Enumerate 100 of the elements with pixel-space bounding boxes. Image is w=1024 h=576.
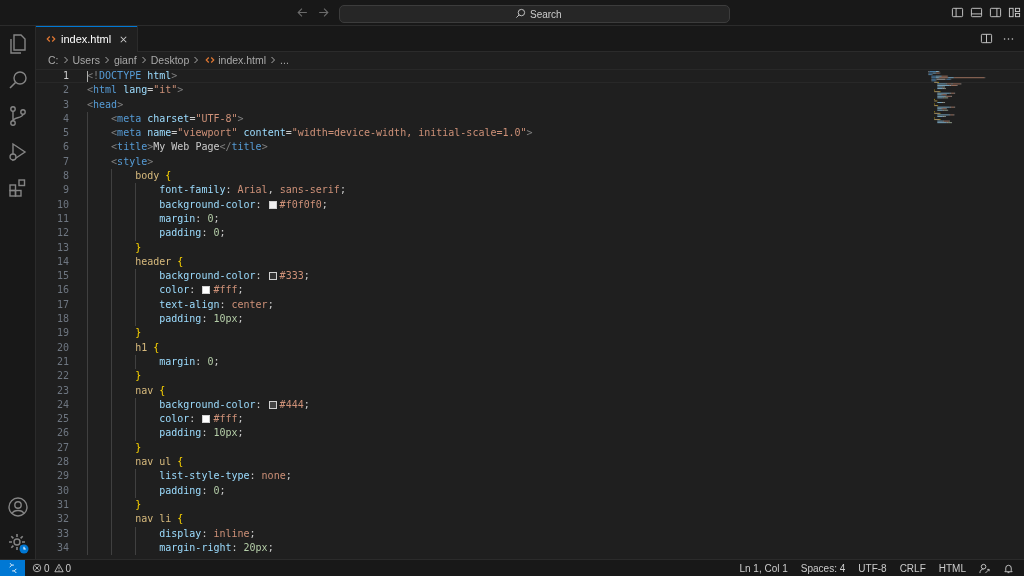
code-line: } — [135, 369, 142, 384]
code-line: text-align: center; — [159, 297, 274, 312]
line-number: 17 — [55, 297, 69, 312]
split-editor-icon[interactable] — [980, 32, 993, 45]
code-line: } — [135, 326, 142, 341]
line-number: 28 — [55, 455, 69, 469]
line-number: 11 — [55, 211, 69, 226]
line-number: 14 — [55, 254, 69, 269]
line-number: 1 — [61, 70, 69, 83]
html-file-icon — [205, 55, 216, 65]
search-icon — [515, 7, 526, 19]
status-item[interactable]: CRLF — [899, 562, 926, 574]
line-number: 9 — [61, 183, 69, 198]
code-line: padding: 0; — [159, 483, 226, 498]
warning-icon — [53, 563, 64, 573]
code-line: <meta charset="UTF-8"> — [111, 111, 244, 126]
secondary-sidebar-icon[interactable] — [989, 6, 1002, 19]
code-line: <head> — [87, 97, 124, 112]
line-number: 4 — [61, 111, 69, 126]
chevron-icon — [139, 56, 148, 64]
status-item[interactable]: HTML — [938, 562, 966, 574]
code-line: } — [135, 440, 142, 455]
line-number: 15 — [55, 269, 69, 284]
code-line: display: inline; — [159, 526, 256, 541]
line-number: 16 — [55, 283, 69, 298]
line-number: 22 — [55, 369, 69, 384]
code-line: <style> — [111, 154, 154, 169]
line-number: 30 — [55, 483, 69, 498]
code-line: nav ul { — [135, 455, 184, 469]
code-line: color: #fff; — [159, 412, 244, 427]
bell-icon[interactable] — [1003, 562, 1014, 574]
breadcrumb-item[interactable]: Users — [72, 54, 100, 66]
line-number: 26 — [55, 426, 69, 441]
code-line: <html lang="it"> — [87, 83, 184, 98]
code-line: color: #fff; — [159, 283, 244, 298]
code-line: font-family: Arial, sans-serif; — [159, 183, 346, 198]
editor-tab[interactable]: index.html — [36, 26, 139, 52]
chevron-icon — [192, 56, 201, 64]
code-line: margin-right: 20px; — [159, 540, 274, 555]
code-line: body { — [135, 169, 172, 184]
line-number: 8 — [61, 169, 69, 184]
chevron-icon — [61, 56, 70, 64]
line-number: 32 — [55, 512, 69, 527]
code-line: <!DOCTYPE html> — [87, 70, 178, 83]
line-number: 18 — [55, 312, 69, 327]
status-item[interactable]: Spaces: 4 — [800, 562, 846, 574]
line-number: 5 — [61, 126, 69, 141]
code-line: margin: 0; — [159, 211, 220, 226]
code-line: header { — [135, 254, 184, 269]
forward-arrow-icon[interactable] — [317, 6, 330, 19]
error-count[interactable]: 0 — [44, 562, 50, 574]
line-number: 33 — [55, 526, 69, 541]
line-number: 7 — [61, 154, 69, 169]
line-number: 23 — [55, 383, 69, 398]
breadcrumb-item[interactable]: ... — [280, 54, 289, 66]
line-number: 13 — [55, 240, 69, 255]
breadcrumb-item[interactable]: C: — [48, 54, 59, 66]
line-number: 10 — [55, 197, 69, 212]
breadcrumb-item[interactable]: Desktop — [150, 54, 190, 66]
remote-icon — [7, 563, 18, 573]
code-line: <meta name="viewport" content="width=device-width, initial-scale=1.0"> — [111, 126, 533, 141]
code-line: } — [135, 240, 142, 255]
line-number: 31 — [55, 497, 69, 512]
chevron-icon — [102, 56, 111, 64]
line-number: 21 — [55, 354, 69, 369]
code-line: nav { — [135, 383, 166, 398]
search-field[interactable]: Search — [339, 5, 730, 23]
sidebar-toggle-icon[interactable] — [951, 6, 964, 19]
warning-count[interactable]: 0 — [65, 562, 72, 574]
feedback-icon[interactable] — [979, 562, 990, 574]
breadcrumb-item[interactable]: index.html — [218, 54, 267, 66]
code-line: list-style-type: none; — [159, 469, 292, 484]
line-number: 34 — [55, 540, 69, 555]
code-line: <title>My Web Page</title> — [111, 140, 268, 155]
line-number: 6 — [61, 140, 69, 155]
line-number: 2 — [61, 83, 69, 98]
layout-icon[interactable] — [1008, 6, 1021, 19]
code-line: margin: 0; — [159, 354, 220, 369]
line-number: 20 — [55, 340, 69, 355]
code-line: background-color: #333; — [159, 269, 310, 284]
breadcrumb-item[interactable]: gianf — [113, 54, 137, 66]
code-line: padding: 10px; — [159, 426, 244, 441]
line-number: 12 — [55, 226, 69, 241]
code-line: background-color: #f0f0f0; — [159, 197, 328, 212]
back-arrow-icon[interactable] — [296, 6, 309, 19]
code-line: } — [135, 497, 142, 512]
status-item[interactable]: Ln 1, Col 1 — [739, 562, 788, 574]
chevron-icon — [269, 56, 278, 64]
error-icon — [32, 563, 42, 573]
line-number: 19 — [55, 326, 69, 341]
account-icon[interactable] — [5, 495, 30, 519]
panel-toggle-icon[interactable] — [970, 6, 983, 19]
status-item[interactable]: UTF-8 — [858, 562, 887, 574]
line-number: 24 — [55, 397, 69, 412]
code-line: nav li { — [135, 512, 184, 527]
line-number: 29 — [55, 469, 69, 484]
line-number: 25 — [55, 412, 69, 427]
code-line: h1 { — [135, 340, 160, 355]
line-number: 3 — [61, 97, 69, 112]
more-actions-icon[interactable] — [1003, 36, 1014, 41]
